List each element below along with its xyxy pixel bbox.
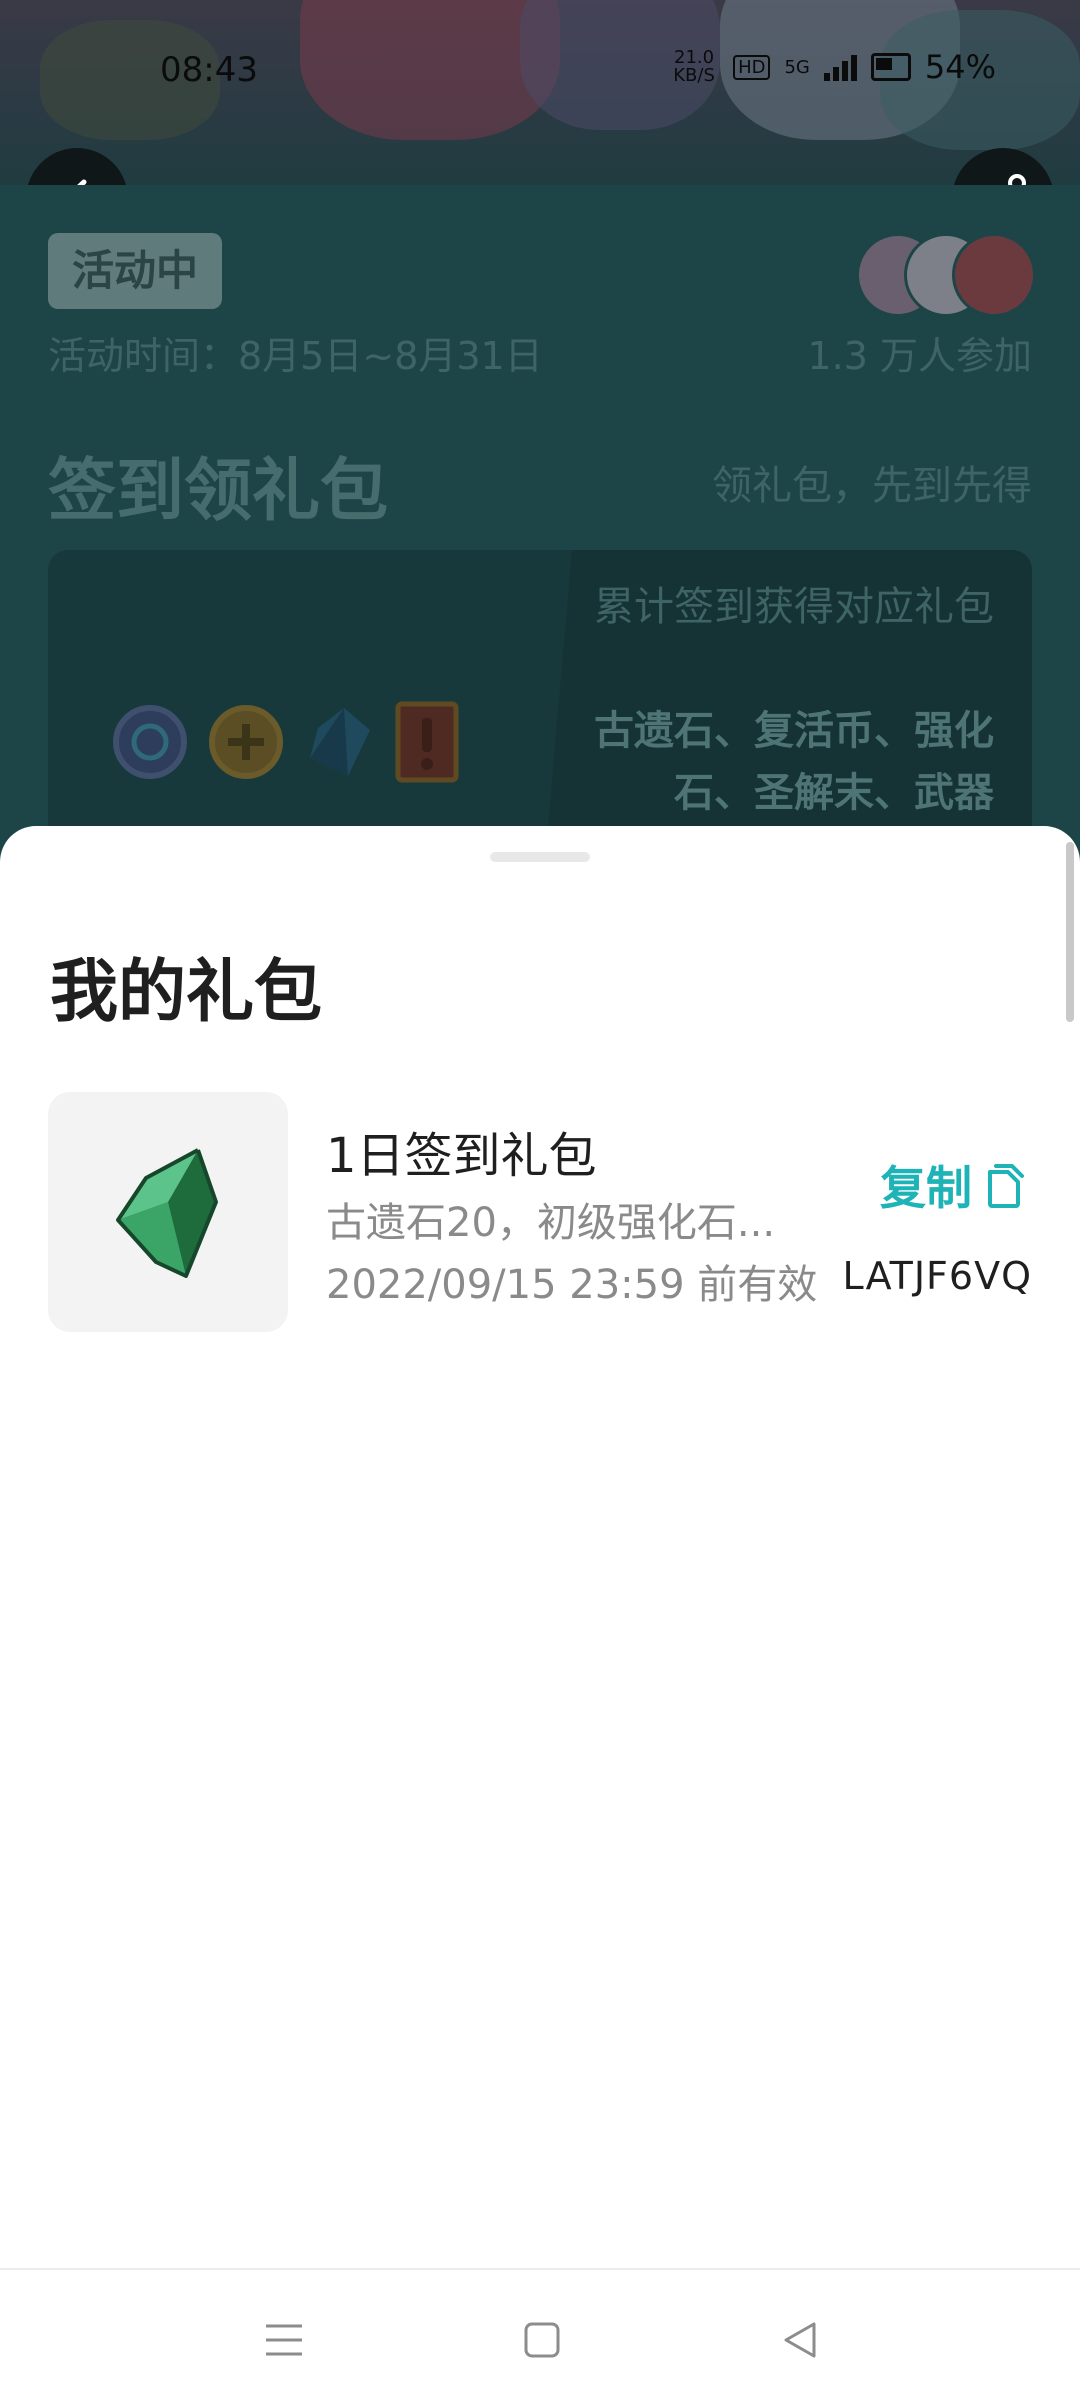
participant-avatars [856,233,1036,317]
network-type: 5G [784,56,810,78]
gift-expiry: 2022/09/15 23:59 前有效 [326,1262,818,1308]
system-nav-bar [0,2268,1080,2402]
coin-gold-icon [208,704,284,784]
status-bar: 08:43 21.0 KB/S HD 5G 54% [0,0,1080,140]
status-icons: 21.0 KB/S HD 5G 54% [669,48,996,86]
avatar [952,233,1036,317]
signal-icon [823,53,857,81]
gift-thumbnail [48,1092,288,1332]
gift-name: 1日签到礼包 [326,1128,597,1184]
nav-back-button[interactable] [770,2310,830,2370]
nav-home-button[interactable] [512,2310,572,2370]
copy-label: 复制 [880,1161,972,1215]
back-triangle-icon [784,2322,816,2358]
sheet-scrollbar[interactable] [1066,842,1074,1022]
hd-icon: HD [733,54,771,80]
gift-card-items: 古遗石、复活币、强化石、圣解末、武器 [594,708,994,816]
my-gifts-sheet: 我的礼包 1日签到礼包 古遗石20，初级强化石... 2022/09/15 23… [0,826,1080,2400]
coin-blue-icon [112,704,188,784]
network-speed: 21.0 KB/S [673,47,715,86]
green-crystal-icon [116,1148,218,1278]
status-time: 08:43 [160,50,258,90]
home-square-icon [524,2322,560,2358]
gift-items-preview [112,700,460,788]
section-title: 签到领礼包 [48,452,389,531]
status-tag: 活动中 [48,233,223,309]
section-subtitle: 领礼包，先到先得 [712,463,1032,509]
battery-icon [870,53,911,81]
participant-count: 1.3 万人参加 [807,334,1032,378]
gift-items: 古遗石20，初级强化石... [326,1200,776,1246]
gift-list-item: 1日签到礼包 古遗石20，初级强化石... 2022/09/15 23:59 前… [48,1092,1032,1332]
sheet-title: 我的礼包 [50,953,323,1032]
menu-icon [266,2324,302,2356]
activity-time: 活动时间：8月5日~8月31日 [48,334,543,378]
gift-code[interactable]: LATJF6VQ [843,1254,1032,1298]
copy-button[interactable]: 复制 [880,1152,1024,1218]
nav-menu-button[interactable] [254,2310,314,2370]
gift-card-desc: 累计签到获得对应礼包 [594,584,994,630]
battery-percent: 54% [924,48,996,86]
card-item-icon [394,700,460,788]
copy-icon [988,1164,1024,1208]
drag-handle[interactable] [490,852,590,862]
crystal-icon [304,704,374,784]
